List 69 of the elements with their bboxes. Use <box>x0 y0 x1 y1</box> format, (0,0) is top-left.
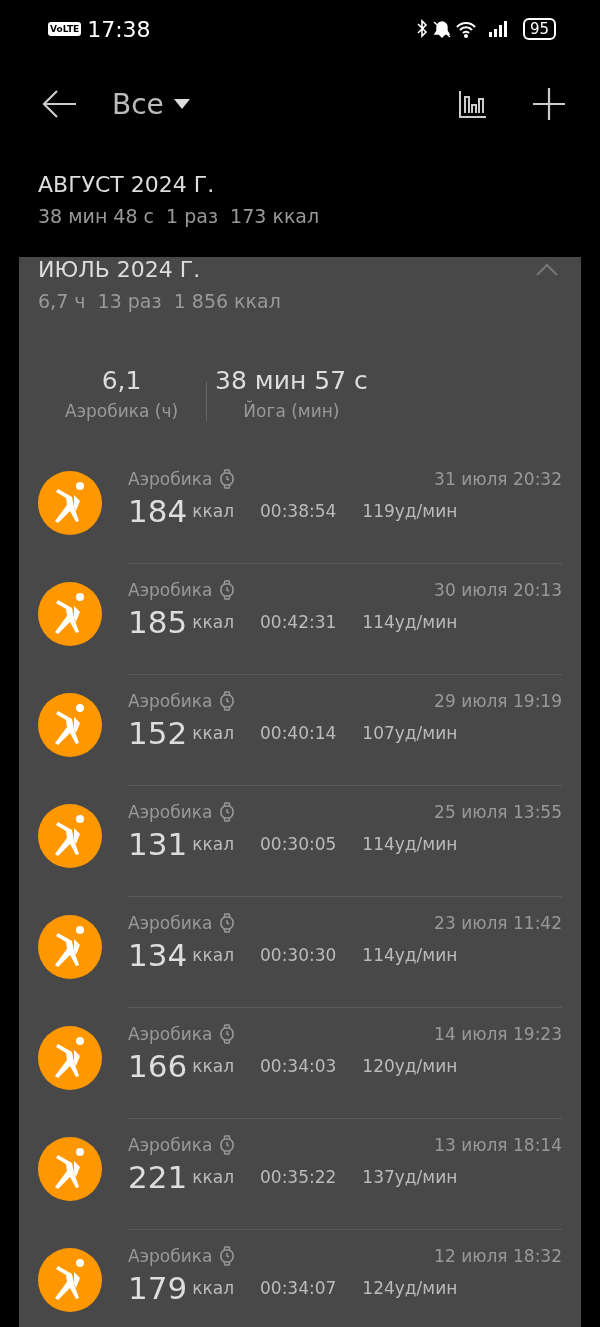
workout-date: 31 июля 20:32 <box>434 469 562 489</box>
calories-unit: ккал <box>192 1056 234 1076</box>
calories-unit: ккал <box>192 612 234 632</box>
watch-icon <box>220 1246 235 1266</box>
workout-type: Аэробика <box>128 691 213 711</box>
caret-icon <box>173 99 190 109</box>
watch-icon <box>220 580 235 600</box>
calories-value: 221 <box>128 1159 188 1195</box>
workout-duration: 00:34:03 <box>260 1056 337 1076</box>
workout-date: 12 июля 18:32 <box>434 1246 562 1266</box>
calories-value: 184 <box>128 493 188 529</box>
heart-rate: 114уд/мин <box>362 945 458 965</box>
workout-duration: 00:42:31 <box>260 612 337 632</box>
workout-type: Аэробика <box>128 1246 213 1266</box>
workout-date: 30 июля 20:13 <box>434 580 562 600</box>
filter-dropdown[interactable]: Все <box>112 87 190 121</box>
total-value: 38 мин 57 с <box>215 366 368 395</box>
workout-duration: 00:30:05 <box>260 834 337 854</box>
month-summary: 38 мин 48 с 1 раз 173 ккал <box>38 205 321 227</box>
heart-rate: 114уд/мин <box>362 612 458 632</box>
heart-rate: 107уд/мин <box>362 723 458 743</box>
heart-rate: 114уд/мин <box>362 834 458 854</box>
calories-value: 131 <box>128 826 188 862</box>
workout-date: 25 июля 13:55 <box>434 802 562 822</box>
calories-unit: ккал <box>192 1167 234 1187</box>
workout-duration: 00:30:30 <box>260 945 337 965</box>
workout-type: Аэробика <box>128 913 213 933</box>
calories-unit: ккал <box>192 834 234 854</box>
workout-date: 14 июля 19:23 <box>434 1024 562 1044</box>
workout-date: 29 июля 19:19 <box>434 691 562 711</box>
workout-duration: 00:35:22 <box>260 1167 337 1187</box>
workout-duration: 00:38:54 <box>260 501 337 521</box>
workout-date: 23 июля 11:42 <box>434 913 562 933</box>
calories-unit: ккал <box>192 723 234 743</box>
heart-rate: 119уд/мин <box>362 501 458 521</box>
workout-duration: 00:40:14 <box>260 723 337 743</box>
calories-value: 166 <box>128 1048 188 1084</box>
month-title: ИЮЛЬ 2024 Г. <box>38 257 202 282</box>
calories-value: 185 <box>128 604 188 640</box>
volte-badge: VoLTE <box>48 22 82 36</box>
total-label: Аэробика (ч) <box>65 401 179 421</box>
calories-unit: ккал <box>192 501 234 521</box>
calories-unit: ккал <box>192 1278 234 1298</box>
watch-icon <box>220 1135 235 1155</box>
watch-icon <box>220 913 235 933</box>
battery-indicator: 95 <box>522 18 556 40</box>
calories-unit: ккал <box>192 945 234 965</box>
heart-rate: 137уд/мин <box>362 1167 458 1187</box>
watch-icon <box>220 802 235 822</box>
total-label: Йога (мин) <box>243 401 340 421</box>
workout-duration: 00:34:07 <box>260 1278 337 1298</box>
watch-icon <box>220 691 235 711</box>
watch-icon <box>220 469 235 489</box>
calories-value: 134 <box>128 937 188 973</box>
month-summary: 6,7 ч 13 раз 1 856 ккал <box>38 290 282 312</box>
heart-rate: 124уд/мин <box>362 1278 458 1298</box>
watch-icon <box>220 1024 235 1044</box>
calories-value: 179 <box>128 1270 188 1306</box>
workout-type: Аэробика <box>128 1135 213 1155</box>
heart-rate: 120уд/мин <box>362 1056 458 1076</box>
workout-type: Аэробика <box>128 469 213 489</box>
workout-type: Аэробика <box>128 802 213 822</box>
total-value: 6,1 <box>101 366 142 395</box>
calories-value: 152 <box>128 715 188 751</box>
workout-type: Аэробика <box>128 1024 213 1044</box>
month-title: АВГУСТ 2024 Г. <box>38 172 216 197</box>
clock-time: 17:38 <box>87 16 151 42</box>
workout-type: Аэробика <box>128 580 213 600</box>
workout-date: 13 июля 18:14 <box>434 1135 562 1155</box>
